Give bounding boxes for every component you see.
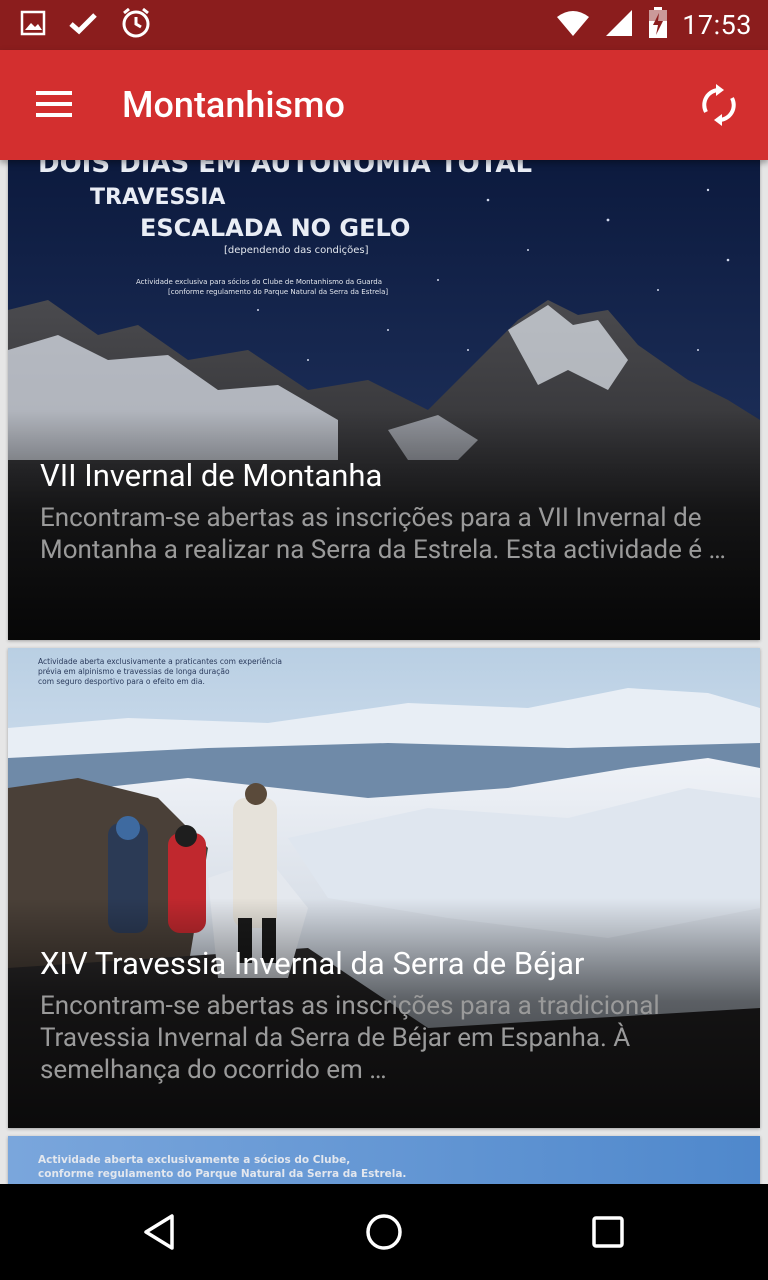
svg-text:[conforme regulamento do Parqu: [conforme regulamento do Parque Natural … <box>168 288 388 296</box>
post-excerpt: Encontram-se abertas as inscrições para … <box>40 503 726 565</box>
status-right-icons: 17:53 <box>556 7 752 43</box>
menu-icon <box>36 91 72 117</box>
svg-text:Actividade exclusiva para sóci: Actividade exclusiva para sócios do Club… <box>136 278 382 286</box>
recents-icon <box>592 1216 624 1248</box>
signal-icon <box>604 8 634 42</box>
home-icon <box>366 1214 402 1250</box>
post-card[interactable]: Actividade aberta exclusivamente a prati… <box>8 648 760 1128</box>
image-icon <box>20 10 46 40</box>
post-image-text: prévia em alpinismo e travessias de long… <box>38 667 230 676</box>
menu-button[interactable] <box>36 88 74 122</box>
post-card[interactable]: DOIS DIAS EM AUTONOMIA TOTAL TRAVESSIA E… <box>8 160 760 640</box>
post-title: VII Invernal de Montanha <box>40 457 383 494</box>
post-image-text: Actividade aberta exclusivamente a prati… <box>38 657 282 666</box>
home-button[interactable] <box>360 1208 408 1256</box>
post-image-text: TRAVESSIA <box>90 185 225 210</box>
status-bar: 17:53 <box>0 0 768 50</box>
svg-text:Actividade aberta exclusivamen: Actividade aberta exclusivamente a sócio… <box>38 1154 350 1166</box>
post-image-text: DOIS DIAS EM AUTONOMIA TOTAL <box>38 160 532 179</box>
post-title: XIV Travessia Invernal da Serra de Béjar <box>40 945 585 982</box>
page-title: Montanhismo <box>122 84 345 126</box>
back-button[interactable] <box>136 1208 184 1256</box>
post-image: Actividade aberta exclusivamente a sócio… <box>8 1136 760 1184</box>
svg-text:TRAVESSIA: TRAVESSIA <box>90 185 225 210</box>
post-image-text: conforme regulamento do Parque Natural d… <box>38 1168 406 1180</box>
svg-text:conforme regulamento do Parque: conforme regulamento do Parque Natural d… <box>38 1168 406 1180</box>
post-image-text: [conforme regulamento do Parque Natural … <box>168 288 388 296</box>
status-left-icons <box>20 7 152 43</box>
post-image-text: [dependendo das condições] <box>224 245 369 256</box>
navigation-bar <box>0 1184 768 1280</box>
wifi-icon <box>556 9 590 41</box>
svg-text:DOIS DIAS EM AUTONOMIA TOTAL: DOIS DIAS EM AUTONOMIA TOTAL <box>38 160 532 179</box>
post-image-text: com seguro desportivo para o efeito em d… <box>38 677 205 686</box>
svg-text:Actividade aberta exclusivamen: Actividade aberta exclusivamente a prati… <box>38 657 282 666</box>
post-card[interactable]: Actividade aberta exclusivamente a sócio… <box>8 1136 760 1184</box>
battery-charging-icon <box>648 7 668 43</box>
alarm-icon <box>120 7 152 43</box>
svg-text:com seguro desportivo para o e: com seguro desportivo para o efeito em d… <box>38 677 205 686</box>
post-excerpt: Encontram-se abertas as inscrições para … <box>40 991 660 1085</box>
status-time: 17:53 <box>682 9 752 41</box>
post-image-text: Actividade exclusiva para sócios do Club… <box>136 278 382 286</box>
app-bar: Montanhismo <box>0 50 768 160</box>
recents-button[interactable] <box>584 1208 632 1256</box>
refresh-icon <box>702 84 736 126</box>
svg-text:[dependendo das condições]: [dependendo das condições] <box>224 245 369 256</box>
svg-text:ESCALADA NO GELO: ESCALADA NO GELO <box>140 214 410 242</box>
svg-text:prévia em alpinismo e travessi: prévia em alpinismo e travessias de long… <box>38 667 230 676</box>
post-list[interactable]: DOIS DIAS EM AUTONOMIA TOTAL TRAVESSIA E… <box>0 160 768 1184</box>
post-image-text: Actividade aberta exclusivamente a sócio… <box>38 1154 350 1166</box>
refresh-button[interactable] <box>696 82 742 128</box>
back-icon <box>144 1214 174 1250</box>
post-image-text: ESCALADA NO GELO <box>140 214 410 242</box>
check-icon <box>68 10 98 40</box>
